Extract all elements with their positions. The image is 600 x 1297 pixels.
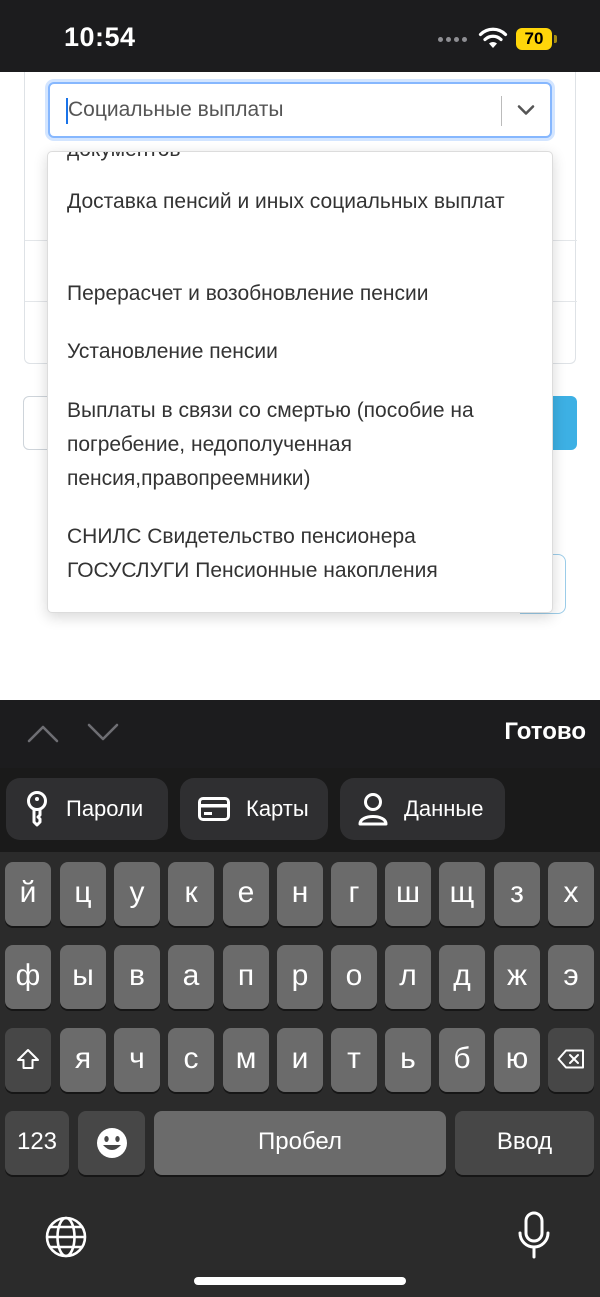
key-ю[interactable]: ю [494,1028,540,1092]
key-а[interactable]: а [168,945,214,1009]
key-ь[interactable]: ь [385,1028,431,1092]
emoji-key[interactable] [78,1111,145,1175]
backspace-icon [557,1049,584,1069]
key-т[interactable]: т [331,1028,377,1092]
dropdown-option-death-payments[interactable]: Выплаты в связи со смертью (пособие на п… [67,394,527,496]
key-л[interactable]: л [385,945,431,1009]
key-р[interactable]: р [277,945,323,1009]
key-ч[interactable]: ч [114,1028,160,1092]
key-м[interactable]: м [223,1028,269,1092]
key-и[interactable]: и [277,1028,323,1092]
space-key[interactable]: Пробел [154,1111,446,1175]
shift-icon [17,1049,39,1069]
next-field-chevron-down-icon[interactable] [86,722,120,744]
dropdown-option-pension-recalculation[interactable]: Перерасчет и возобновление пенсии [67,277,527,311]
key-х[interactable]: х [548,862,594,926]
select-dropdown-menu: документов Доставка пенсий и иных социал… [47,151,553,613]
microphone-icon[interactable] [516,1211,552,1259]
key-н[interactable]: н [277,862,323,926]
backspace-key[interactable] [548,1028,594,1092]
key-ы[interactable]: ы [60,945,106,1009]
key-э[interactable]: э [548,945,594,1009]
contacts-chip[interactable]: Данные [340,778,505,840]
key-з[interactable]: з [494,862,540,926]
cards-label: Карты [246,796,309,821]
passwords-label: Пароли [66,796,144,821]
done-button[interactable]: Готово [476,718,586,746]
credit-card-icon [198,797,230,821]
dropdown-option-snils[interactable]: СНИЛС Свидетельство пенсионера ГОСУСЛУГИ… [67,520,527,588]
battery-tip [554,35,557,43]
key-д[interactable]: д [439,945,485,1009]
cards-chip[interactable]: Карты [180,778,328,840]
key-я[interactable]: я [60,1028,106,1092]
numbers-key[interactable]: 123 [5,1111,69,1175]
passwords-chip[interactable]: Пароли [6,778,168,840]
key-б[interactable]: б [439,1028,485,1092]
key-в[interactable]: в [114,945,160,1009]
cellular-signal-icon [438,37,468,45]
key-г[interactable]: г [331,862,377,926]
category-select[interactable]: Социальные выплаты [48,82,552,138]
wifi-icon [478,27,508,48]
key-о[interactable]: о [331,945,377,1009]
key-п[interactable]: п [223,945,269,1009]
key-к[interactable]: к [168,862,214,926]
key-ш[interactable]: ш [385,862,431,926]
key-ж[interactable]: ж [494,945,540,1009]
key-icon [27,791,47,827]
battery-icon: 70 [516,28,552,50]
chevron-down-icon[interactable] [514,98,538,122]
contacts-label: Данные [404,796,484,821]
previous-field-chevron-up-icon[interactable] [26,722,60,744]
key-ф[interactable]: ф [5,945,51,1009]
key-й[interactable]: й [5,862,51,926]
select-divider [501,96,502,126]
return-key[interactable]: Ввод [455,1111,594,1175]
key-ц[interactable]: ц [60,862,106,926]
key-щ[interactable]: щ [439,862,485,926]
status-time: 10:54 [64,22,136,52]
globe-icon[interactable] [44,1215,88,1259]
status-bar: 10:54 70 [0,0,600,72]
keyboard-accessory-bar: Готово [0,700,600,768]
key-с[interactable]: с [168,1028,214,1092]
home-indicator[interactable] [194,1277,406,1285]
person-icon [358,793,388,826]
dropdown-option-pension-delivery[interactable]: Доставка пенсий и иных социальных выплат [67,185,527,219]
dropdown-option-pension-establishment[interactable]: Установление пенсии [67,335,527,369]
key-е[interactable]: е [223,862,269,926]
select-value[interactable]: Социальные выплаты [68,98,284,122]
dropdown-option-partial[interactable]: документов [67,152,181,162]
emoji-icon [96,1128,127,1158]
key-у[interactable]: у [114,862,160,926]
autofill-bar: Пароли Карты Данные [0,768,600,852]
shift-key[interactable] [5,1028,51,1092]
